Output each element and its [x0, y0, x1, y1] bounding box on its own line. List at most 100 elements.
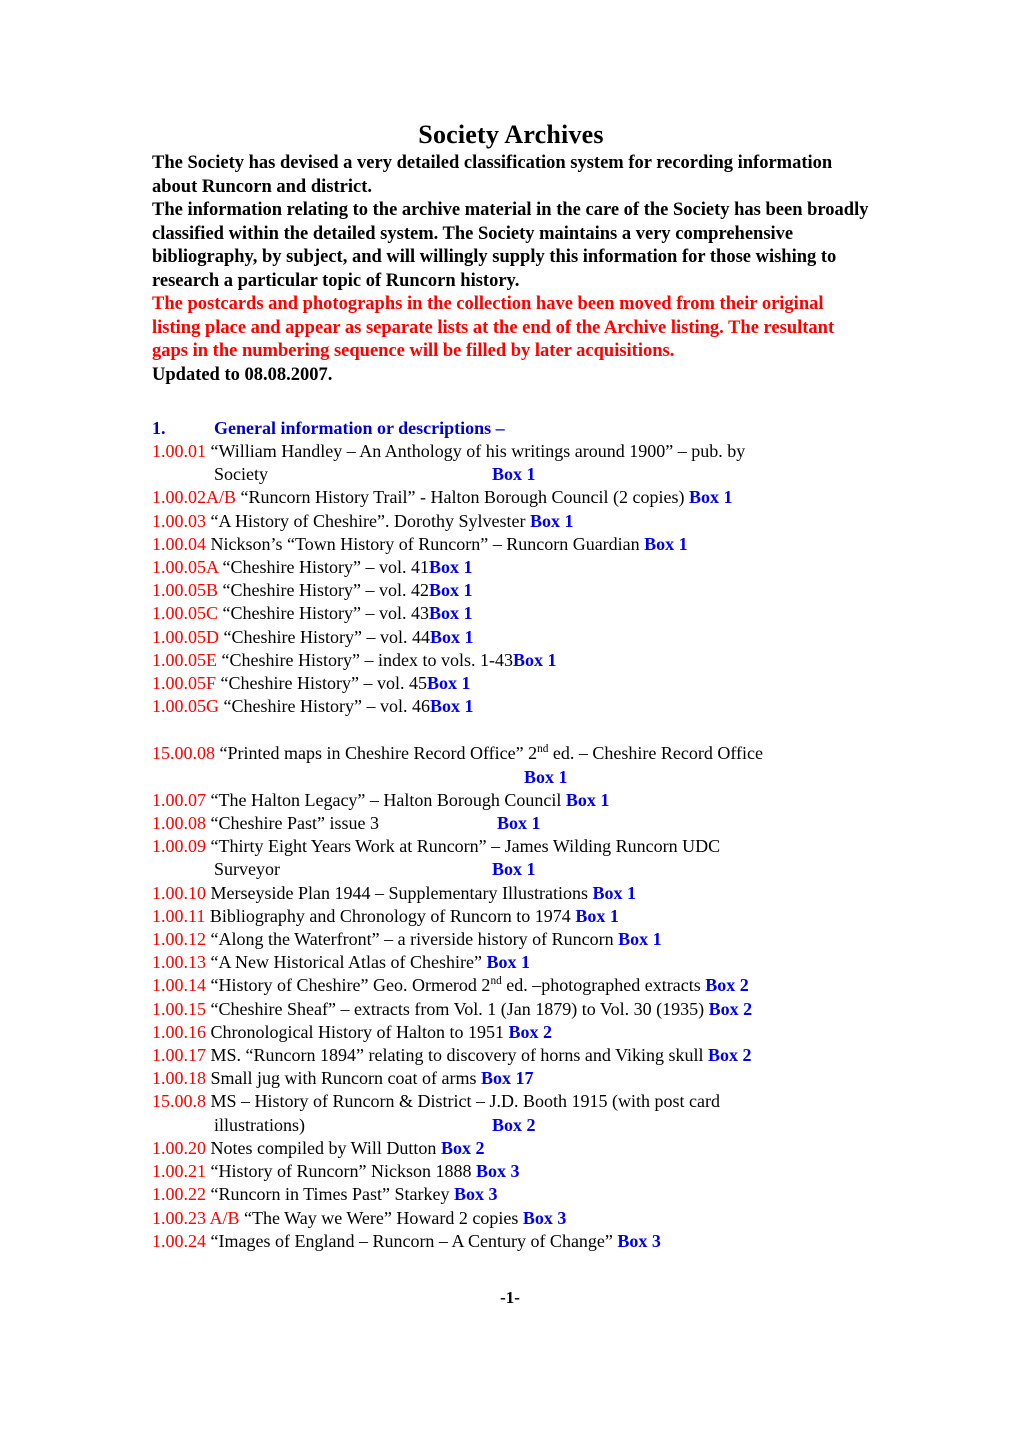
entry-index: 1.00.21	[152, 1161, 206, 1182]
entry-index: 1.00.20	[152, 1137, 206, 1158]
intro-paragraph-3-notice: The postcards and photographs in the col…	[152, 294, 835, 361]
archive-entry: 1.00.16 Chronological History of Halton …	[152, 1021, 870, 1044]
archive-entry: 1.00.20 Notes compiled by Will Dutton Bo…	[152, 1137, 870, 1160]
entry-description: “The Way we Were” Howard 2 copies	[239, 1207, 523, 1228]
archive-entry: 1.00.05C “Cheshire History” – vol. 43Box…	[152, 602, 870, 625]
entry-description: MS – History of Runcorn & District – J.D…	[206, 1091, 720, 1112]
entry-box-label: Box 1	[428, 603, 473, 624]
entry-box-label: Box 2	[492, 1114, 536, 1135]
entry-box-label: Box 1	[428, 580, 473, 601]
entry-index: 1.00.22	[152, 1184, 206, 1205]
entry-box-label: Box 1	[492, 859, 536, 880]
archive-entry: 1.00.05F “Cheshire History” – vol. 45Box…	[152, 672, 870, 695]
archive-entry: 1.00.05A “Cheshire History” – vol. 41Box…	[152, 556, 870, 579]
entry-index: 1.00.10	[152, 882, 206, 903]
archive-entry: 1.00.15 “Cheshire Sheaf” – extracts from…	[152, 998, 870, 1021]
entry-index: 1.00.02A/B	[152, 487, 237, 508]
entry-description: Small jug with Runcorn coat of arms	[206, 1068, 477, 1089]
intro-block: The Society has devised a very detailed …	[152, 152, 870, 387]
archive-entry: 1.00.21 “History of Runcorn” Nickson 188…	[152, 1160, 870, 1183]
spacer-before-section	[152, 387, 870, 417]
entry-index: 1.00.07	[152, 789, 206, 810]
entry-box-label: Box 1	[512, 649, 557, 670]
section-heading: 1. General information or descriptions –	[152, 417, 870, 440]
entry-box-label: Box 2	[705, 975, 749, 996]
archive-entry: 1.00.10 Merseyside Plan 1944 – Supplemen…	[152, 882, 870, 905]
entry-box-label: Box 1	[644, 533, 688, 554]
entry-index: 1.00.17	[152, 1045, 206, 1066]
entry-description: “Runcorn History Trail” - Halton Borough…	[236, 487, 685, 508]
archive-entry: 1.00.11 Bibliography and Chronology of R…	[152, 905, 870, 928]
archive-entry-box-line: Box 1	[152, 766, 870, 789]
entry-description: “Printed maps in Cheshire Record Office”…	[215, 743, 764, 764]
entry-ordinal-superscript: nd	[490, 975, 502, 988]
entry-description: “Thirty Eight Years Work at Runcorn” – J…	[206, 836, 721, 857]
entry-description: “Images of England – Runcorn – A Century…	[206, 1230, 618, 1251]
entry-index: 1.00.12	[152, 929, 206, 950]
page-title: Society Archives	[418, 120, 604, 149]
entry-box-label: Box 17	[480, 1068, 534, 1089]
entry-index: 1.00.01	[152, 441, 206, 461]
section-title: General information or descriptions –	[214, 418, 505, 438]
entry-box-label: Box 1	[524, 766, 568, 787]
archive-entry-list: 1.00.01 “William Handley – An Anthology …	[152, 440, 870, 1253]
entry-description: “Along the Waterfront” – a riverside his…	[206, 929, 614, 950]
entry-box-label: Box 1	[426, 673, 471, 694]
entry-box-label: Box 1	[565, 789, 610, 810]
document-page: Society Archives The Society has devised…	[0, 0, 1020, 1443]
intro-paragraph-2: The information relating to the archive …	[152, 200, 869, 291]
entry-index: 1.00.23 A/B	[152, 1207, 240, 1228]
document-body: Society Archives The Society has devised…	[152, 120, 870, 1253]
archive-entry-continuation: illustrations) Box 2	[152, 1114, 870, 1137]
entry-box-label: Box 3	[475, 1161, 520, 1182]
entry-box-label: Box 1	[688, 487, 733, 508]
entry-index: 1.00.09	[152, 836, 206, 857]
archive-entry: 1.00.08 “Cheshire Past” issue 3 Box 1	[152, 812, 870, 835]
entry-description: “History of Cheshire” Geo. Ormerod 2nd e…	[206, 975, 701, 996]
entry-index: 1.00.16	[152, 1021, 206, 1042]
archive-entry: 1.00.14 “History of Cheshire” Geo. Ormer…	[152, 974, 870, 997]
entry-description: “Cheshire History” – vol. 41	[218, 557, 429, 578]
archive-entry: 1.00.18 Small jug with Runcorn coat of a…	[152, 1067, 870, 1090]
archive-entry: 1.00.12 “Along the Waterfront” – a river…	[152, 928, 870, 951]
entry-box-label: Box 2	[708, 998, 753, 1019]
entry-description: “Cheshire History” – vol. 42	[218, 580, 429, 601]
entry-box-label: Box 3	[522, 1207, 567, 1228]
entry-box-label: Box 1	[496, 813, 541, 834]
archive-entry: 1.00.02A/B “Runcorn History Trail” - Hal…	[152, 486, 870, 509]
entry-box-label: Box 2	[508, 1021, 552, 1042]
archive-entry: 15.00.8 MS – History of Runcorn & Distri…	[152, 1090, 870, 1113]
entry-index: 1.00.05E	[152, 649, 217, 670]
entry-index: 1.00.05G	[152, 696, 219, 717]
entry-index: 1.00.24	[152, 1230, 206, 1251]
intro-paragraph-4-updated: Updated to 08.08.2007.	[152, 364, 333, 385]
entry-index: 1.00.04	[152, 533, 206, 554]
entry-spacer	[152, 718, 870, 742]
entry-index: 1.00.13	[152, 952, 206, 973]
entry-index: 1.00.05A	[152, 557, 219, 578]
archive-entry: 1.00.07 “The Halton Legacy” – Halton Bor…	[152, 789, 870, 812]
entry-box-label: Box 1	[529, 510, 574, 531]
entry-description: “A New Historical Atlas of Cheshire”	[206, 952, 482, 973]
entry-index: 15.00.8	[152, 1091, 206, 1112]
entry-description: “Cheshire History” – vol. 44	[219, 626, 430, 647]
archive-entry: 1.00.05D “Cheshire History” – vol. 44Box…	[152, 626, 870, 649]
entry-description: “Cheshire History” – index to vols. 1-43	[217, 649, 513, 670]
entry-index: 1.00.03	[152, 510, 206, 531]
entry-index: 1.00.05F	[152, 673, 217, 694]
entry-box-label: Box 1	[575, 905, 619, 926]
entry-description: Merseyside Plan 1944 – Supplementary Ill…	[206, 882, 588, 903]
entry-box-label: Box 2	[708, 1045, 752, 1066]
entry-description: MS. “Runcorn 1894” relating to discovery…	[206, 1045, 704, 1066]
entry-box-label: Box 1	[429, 696, 474, 717]
intro-paragraph-1: The Society has devised a very detailed …	[152, 153, 833, 197]
archive-entry-continuation: Surveyor Box 1	[152, 858, 870, 881]
entry-description: “Runcorn in Times Past” Starkey	[206, 1184, 450, 1205]
entry-box-label: Box 1	[429, 626, 474, 647]
entry-index: 1.00.14	[152, 975, 206, 996]
archive-entry: 1.00.23 A/B “The Way we Were” Howard 2 c…	[152, 1207, 870, 1230]
archive-entry: 1.00.22 “Runcorn in Times Past” Starkey …	[152, 1183, 870, 1206]
archive-entry: 1.00.05G “Cheshire History” – vol. 46Box…	[152, 695, 870, 718]
entry-description: Chronological History of Halton to 1951	[206, 1021, 504, 1042]
archive-entry: 1.00.17 MS. “Runcorn 1894” relating to d…	[152, 1044, 870, 1067]
